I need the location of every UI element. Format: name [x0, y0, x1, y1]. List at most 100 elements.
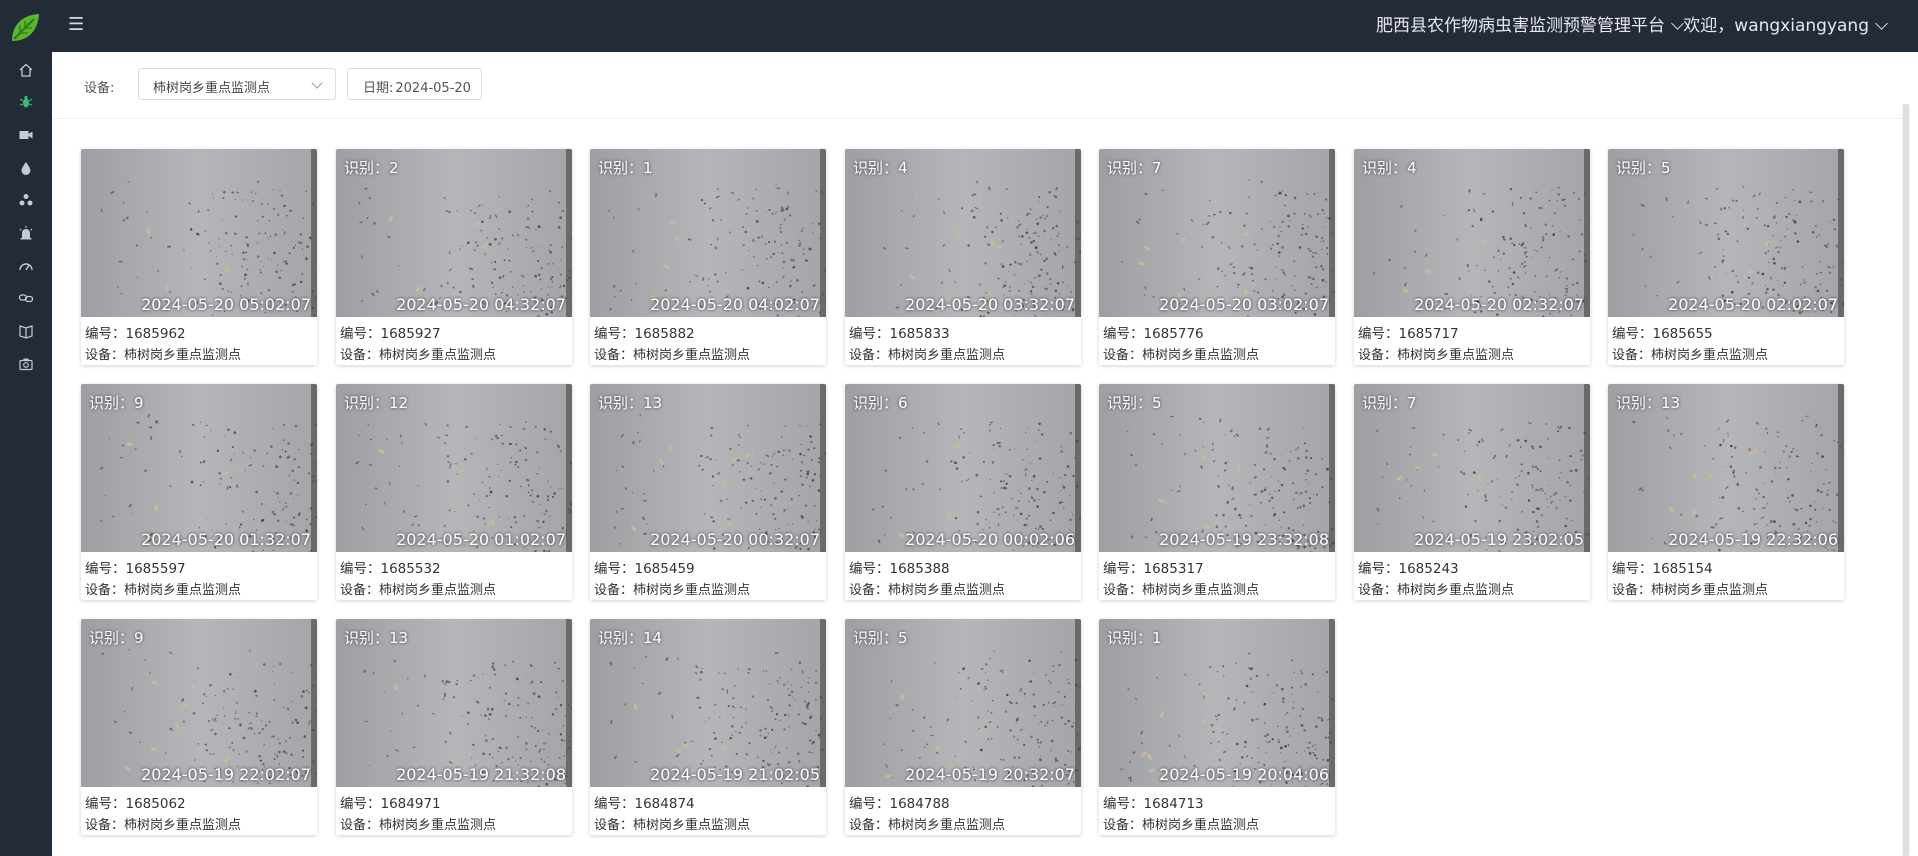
capture-timestamp: 2024-05-19 21:02:05 — [650, 765, 820, 784]
device-name: 设备：柿树岗乡重点监测点 — [849, 583, 1006, 598]
device-name: 设备：柿树岗乡重点监测点 — [1103, 348, 1260, 363]
trap-photo[interactable]: 识别：4 2024-05-20 02:32:07 — [1354, 149, 1590, 317]
trap-photo[interactable]: 识别：4 2024-05-20 03:32:07 — [845, 149, 1081, 317]
capture-timestamp: 2024-05-19 23:32:08 — [1159, 530, 1329, 549]
image-card[interactable]: 识别：7 2024-05-20 03:02:07 编号：1685776 设备：柿树岗乡… — [1099, 149, 1335, 365]
image-card[interactable]: 识别：13 2024-05-19 22:32:06 编号：1685154 设备：柿树岗… — [1608, 384, 1844, 600]
date-value: 2024-05-20 — [395, 81, 471, 96]
sidebar-item-insect[interactable] — [14, 90, 38, 114]
trap-photo[interactable]: 识别：13 2024-05-20 00:32:07 — [590, 384, 826, 552]
bug-icon — [19, 95, 33, 108]
trap-photo[interactable]: 识别：1 2024-05-20 04:02:07 — [590, 149, 826, 317]
sidebar-item-spore[interactable] — [14, 188, 38, 212]
recognition-count: 识别：6 — [853, 394, 908, 412]
menu-toggle-icon[interactable]: ☰ — [68, 14, 84, 36]
leaf-logo-icon — [8, 11, 42, 45]
image-card[interactable]: 识别：1 2024-05-20 04:02:07 编号：1685882 设备：柿树岗乡… — [590, 149, 826, 365]
record-id: 编号：1685927 — [340, 326, 441, 342]
capture-timestamp: 2024-05-20 03:32:07 — [905, 295, 1075, 314]
image-card[interactable]: 识别：5 2024-05-19 20:32:07 编号：1684788 设备：柿树岗乡… — [845, 619, 1081, 835]
trap-photo[interactable]: 识别：1 2024-05-19 20:04:06 — [1099, 619, 1335, 787]
capture-timestamp: 2024-05-19 23:02:05 — [1414, 530, 1584, 549]
record-id: 编号：1684788 — [849, 796, 950, 812]
sidebar-item-moisture[interactable] — [14, 156, 38, 180]
top-bar: ☰ 肥西县农作物病虫害监测预警管理平台 欢迎，wangxiangyang — [0, 0, 1918, 52]
trap-photo[interactable]: 识别：5 2024-05-20 02:02:07 — [1608, 149, 1844, 317]
record-id: 编号：1685717 — [1358, 326, 1459, 342]
trap-photo[interactable]: 识别：2 2024-05-20 04:32:07 — [336, 149, 572, 317]
recognition-count: 识别：7 — [1362, 394, 1417, 412]
trap-photo[interactable]: 识别：5 2024-05-19 20:32:07 — [845, 619, 1081, 787]
device-name: 设备：柿树岗乡重点监测点 — [849, 818, 1006, 833]
capture-timestamp: 2024-05-20 00:32:07 — [650, 530, 820, 549]
chevron-down-icon — [1875, 17, 1888, 30]
sidebar-item-dashboard[interactable] — [14, 254, 38, 278]
image-card[interactable]: 识别：7 2024-05-19 23:02:05 编号：1685243 设备：柿树岗乡… — [1354, 384, 1590, 600]
image-card[interactable]: 识别：13 2024-05-20 00:32:07 编号：1685459 设备：柿树岗… — [590, 384, 826, 600]
trap-photo[interactable]: 识别：9 2024-05-20 01:32:07 — [81, 384, 317, 552]
sidebar-item-knowledge[interactable] — [14, 319, 38, 343]
sidebar-item-video[interactable] — [14, 123, 38, 147]
device-select[interactable]: 柿树岗乡重点监测点 — [138, 68, 336, 100]
image-card[interactable]: 识别：9 2024-05-20 01:32:07 编号：1685597 设备：柿树岗乡… — [81, 384, 317, 600]
record-id: 编号：1685655 — [1612, 326, 1713, 342]
image-card[interactable]: 2024-05-20 05:02:07 编号：1685962 设备：柿树岗乡重点监测… — [81, 149, 317, 365]
capture-timestamp: 2024-05-19 20:04:06 — [1159, 765, 1329, 784]
main-content: 设备: 柿树岗乡重点监测点 日期: 2024-05-20 2024-05-20 0… — [52, 52, 1910, 856]
record-id: 编号：1685962 — [85, 326, 186, 342]
capture-timestamp: 2024-05-20 01:32:07 — [141, 530, 311, 549]
image-card[interactable]: 识别：5 2024-05-19 23:32:08 编号：1685317 设备：柿树岗乡… — [1099, 384, 1335, 600]
scrollbar[interactable] — [1902, 104, 1910, 856]
image-card[interactable]: 识别：1 2024-05-19 20:04:06 编号：1684713 设备：柿树岗乡… — [1099, 619, 1335, 835]
device-name: 设备：柿树岗乡重点监测点 — [340, 583, 497, 598]
sidebar-item-alarm[interactable] — [14, 221, 38, 245]
sidebar — [0, 52, 52, 856]
recognition-count: 识别：7 — [1107, 159, 1162, 177]
platform-switcher[interactable]: 肥西县农作物病虫害监测预警管理平台 — [1376, 15, 1684, 37]
image-card[interactable]: 识别：4 2024-05-20 03:32:07 编号：1685833 设备：柿树岗乡… — [845, 149, 1081, 365]
date-picker[interactable]: 日期: 2024-05-20 — [347, 68, 482, 100]
image-card[interactable]: 识别：5 2024-05-20 02:02:07 编号：1685655 设备：柿树岗乡… — [1608, 149, 1844, 365]
image-card[interactable]: 识别：9 2024-05-19 22:02:07 编号：1685062 设备：柿树岗乡… — [81, 619, 317, 835]
trap-photo[interactable]: 识别：6 2024-05-20 00:02:06 — [845, 384, 1081, 552]
recognition-count: 识别：5 — [1107, 394, 1162, 412]
user-menu[interactable]: 欢迎，wangxiangyang — [1683, 15, 1888, 37]
device-name: 设备：柿树岗乡重点监测点 — [85, 818, 242, 833]
trap-photo[interactable]: 识别：5 2024-05-19 23:32:08 — [1099, 384, 1335, 552]
image-card[interactable]: 识别：14 2024-05-19 21:02:05 编号：1684874 设备：柿树岗… — [590, 619, 826, 835]
device-name: 设备：柿树岗乡重点监测点 — [594, 818, 751, 833]
image-card[interactable]: 识别：6 2024-05-20 00:02:06 编号：1685388 设备：柿树岗乡… — [845, 384, 1081, 600]
chevron-down-icon — [311, 77, 323, 89]
device-name: 设备：柿树岗乡重点监测点 — [340, 818, 497, 833]
recognition-count: 识别：4 — [853, 159, 908, 177]
device-name: 设备：柿树岗乡重点监测点 — [1358, 348, 1515, 363]
image-card[interactable]: 识别：13 2024-05-19 21:32:08 编号：1684971 设备：柿树岗… — [336, 619, 572, 835]
trap-photo[interactable]: 2024-05-20 05:02:07 — [81, 149, 317, 317]
camera-icon — [19, 358, 33, 371]
record-id: 编号：1685317 — [1103, 561, 1204, 577]
trap-photo[interactable]: 识别：12 2024-05-20 01:02:07 — [336, 384, 572, 552]
image-card[interactable]: 识别：2 2024-05-20 04:32:07 编号：1685927 设备：柿树岗乡… — [336, 149, 572, 365]
record-id: 编号：1684713 — [1103, 796, 1204, 812]
recognition-count: 识别：5 — [853, 629, 908, 647]
trap-photo[interactable]: 识别：7 2024-05-20 03:02:07 — [1099, 149, 1335, 317]
sidebar-item-connection[interactable] — [14, 286, 38, 310]
trap-photo[interactable]: 识别：7 2024-05-19 23:02:05 — [1354, 384, 1590, 552]
filter-bar: 设备: 柿树岗乡重点监测点 日期: 2024-05-20 — [52, 52, 1910, 119]
sidebar-item-photo[interactable] — [14, 352, 38, 376]
recognition-count: 识别：13 — [344, 629, 409, 647]
water-drop-icon — [21, 162, 31, 175]
image-card[interactable]: 识别：4 2024-05-20 02:32:07 编号：1685717 设备：柿树岗乡… — [1354, 149, 1590, 365]
trap-photo[interactable]: 识别：13 2024-05-19 22:32:06 — [1608, 384, 1844, 552]
trap-photo[interactable]: 识别：14 2024-05-19 21:02:05 — [590, 619, 826, 787]
sidebar-item-home[interactable] — [14, 58, 38, 82]
recognition-count: 识别：1 — [598, 159, 653, 177]
record-id: 编号：1684874 — [594, 796, 695, 812]
trap-photo[interactable]: 识别：9 2024-05-19 22:02:07 — [81, 619, 317, 787]
scrollbar-thumb[interactable] — [1903, 104, 1909, 856]
record-id: 编号：1685833 — [849, 326, 950, 342]
trap-photo[interactable]: 识别：13 2024-05-19 21:32:08 — [336, 619, 572, 787]
image-card[interactable]: 识别：12 2024-05-20 01:02:07 编号：1685532 设备：柿树岗… — [336, 384, 572, 600]
molecule-icon — [19, 194, 33, 206]
date-label: 日期: — [363, 81, 394, 96]
